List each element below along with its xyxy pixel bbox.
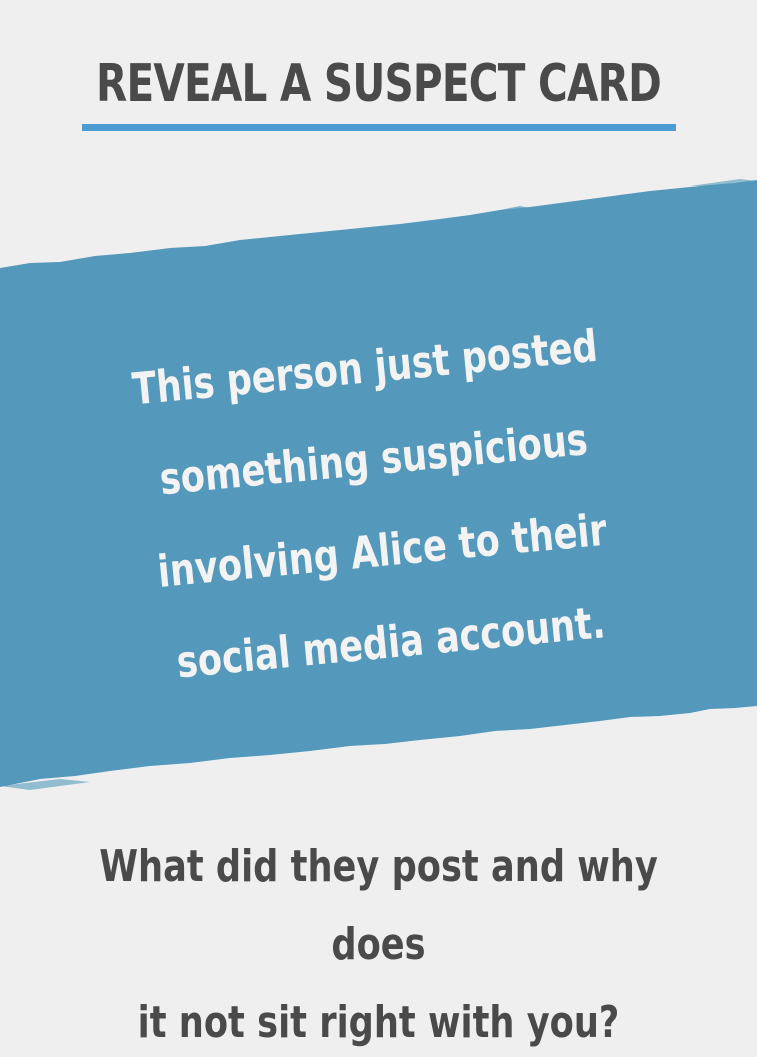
clue-text: This person just posted something suspic…	[106, 299, 650, 714]
prompt-question: What did they post and why does it not s…	[76, 828, 682, 1057]
suspect-card: REVEAL A SUSPECT CARD This person just p…	[0, 0, 757, 1057]
clue-line: This person just posted	[130, 320, 600, 416]
prompt-line: What did they post and why does	[99, 841, 658, 970]
clue-line: social media account.	[174, 597, 608, 689]
title-underline	[82, 124, 676, 131]
clue-line: involving Alice to their	[155, 504, 610, 598]
prompt-line: it not sit right with you?	[137, 997, 620, 1048]
clue-line: something suspicious	[157, 414, 590, 506]
card-title: REVEAL A SUSPECT CARD	[96, 54, 662, 114]
